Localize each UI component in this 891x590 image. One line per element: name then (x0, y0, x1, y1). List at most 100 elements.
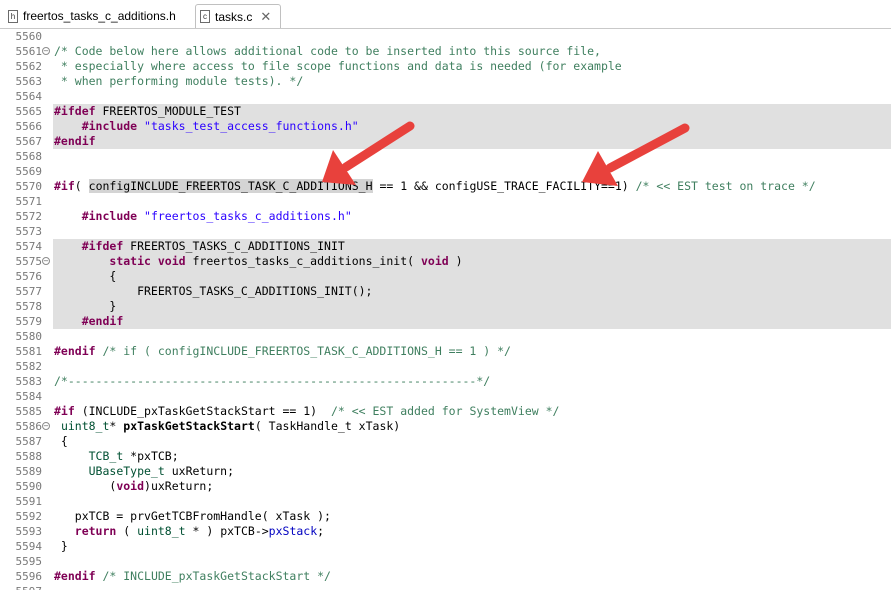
line-number: 5587 (15, 435, 43, 448)
code-line[interactable]: 5564 (0, 89, 891, 104)
line-number: 5583 (15, 375, 43, 388)
line-number: 5595 (15, 555, 43, 568)
line-number: 5592 (15, 510, 43, 523)
code-line[interactable]: 5568 (0, 149, 891, 164)
fold-toggle-icon[interactable]: − (42, 47, 50, 55)
code-text: static void freertos_tasks_c_additions_i… (54, 254, 462, 269)
code-line[interactable]: 5582 (0, 359, 891, 374)
code-line[interactable]: 5575− static void freertos_tasks_c_addit… (0, 254, 891, 269)
code-token: )uxReturn; (144, 479, 214, 493)
code-token: #include (81, 119, 138, 133)
code-token: *pxTCB; (123, 449, 179, 463)
code-line[interactable]: 5583 /*----------------------------------… (0, 374, 891, 389)
code-text: #ifdef FREERTOS_TASKS_C_ADDITIONS_INIT (54, 239, 345, 254)
code-token: return (74, 524, 117, 538)
header-file-icon: h (8, 9, 18, 23)
code-token: uint8_t (137, 524, 186, 538)
code-line[interactable]: 5594 } (0, 539, 891, 554)
code-text: } (54, 539, 68, 554)
code-line[interactable]: 5572 #include "freertos_tasks_c_addition… (0, 209, 891, 224)
code-token: { (54, 269, 117, 283)
line-number: 5589 (15, 465, 43, 478)
close-icon[interactable]: ✕ (260, 9, 271, 25)
code-line[interactable]: 5595 (0, 554, 891, 569)
tab-tasks-c[interactable]: c tasks.c ✕ (195, 4, 281, 28)
code-token: uint8_t (60, 419, 110, 433)
code-token: void (420, 254, 449, 268)
code-token: /* Code below here allows additional cod… (54, 44, 601, 58)
code-text: #include "freertos_tasks_c_additions.h" (54, 209, 352, 224)
code-line[interactable]: 5563 * when performing module tests). */ (0, 74, 891, 89)
code-line[interactable]: 5561−/* Code below here allows additiona… (0, 44, 891, 59)
code-line[interactable]: 5589 UBaseType_t uxReturn; (0, 464, 891, 479)
code-line[interactable]: 5573 (0, 224, 891, 239)
code-line[interactable]: 5593 return ( uint8_t * ) pxTCB->pxStack… (0, 524, 891, 539)
line-number: 5566 (15, 120, 43, 133)
code-line[interactable]: 5577 FREERTOS_TASKS_C_ADDITIONS_INIT(); (0, 284, 891, 299)
code-line[interactable]: 5597 (0, 584, 891, 590)
code-text: #endif (54, 314, 124, 329)
code-line[interactable]: 5579 #endif (0, 314, 891, 329)
code-line[interactable]: 5576 { (0, 269, 891, 284)
line-number: 5597 (0, 584, 43, 590)
code-token: FREERTOS_TASKS_C_ADDITIONS_INIT (123, 239, 345, 253)
code-token: pxStack (268, 524, 318, 538)
line-number: 5591 (15, 495, 43, 508)
line-number: 5586 (15, 420, 43, 433)
code-line[interactable]: 5562 * especially where access to file s… (0, 59, 891, 74)
code-token: #endif (54, 344, 96, 358)
line-number: 5575 (15, 255, 43, 268)
line-number: 5582 (15, 360, 43, 373)
code-line[interactable]: 5587 { (0, 434, 891, 449)
inactive-code-highlight (53, 269, 891, 284)
line-number: 5580 (15, 330, 43, 343)
line-number: 5571 (15, 195, 43, 208)
code-token: "tasks_test_access_functions.h" (144, 119, 359, 133)
code-line[interactable]: 5574 #ifdef FREERTOS_TASKS_C_ADDITIONS_I… (0, 239, 891, 254)
code-line[interactable]: 5585 #if (INCLUDE_pxTaskGetStackStart == … (0, 404, 891, 419)
line-number: 5581 (15, 345, 43, 358)
code-text: uint8_t* pxTaskGetStackStart( TaskHandle… (54, 419, 400, 434)
code-line[interactable]: 5592 pxTCB = prvGetTCBFromHandle( xTask … (0, 509, 891, 524)
code-line[interactable]: 5566 #include "tasks_test_access_functio… (0, 119, 891, 134)
code-token: /* INCLUDE_pxTaskGetStackStart */ (102, 569, 331, 583)
line-number: 5564 (15, 90, 43, 103)
fold-toggle-icon[interactable]: − (42, 257, 50, 265)
tab-freertos-tasks-c-additions-h[interactable]: h freertos_tasks_c_additions.h (4, 4, 190, 28)
code-token: void (116, 479, 145, 493)
code-line[interactable]: 5571 (0, 194, 891, 209)
code-line[interactable]: 5591 (0, 494, 891, 509)
line-number: 5570 (15, 180, 43, 193)
code-line[interactable]: 5588 TCB_t *pxTCB; (0, 449, 891, 464)
code-line[interactable]: 5596 #endif /* INCLUDE_pxTaskGetStackStar… (0, 569, 891, 584)
code-line[interactable]: 5570 #if( configINCLUDE_FREERTOS_TASK_C_A… (0, 179, 891, 194)
code-token: (INCLUDE_pxTaskGetStackStart == 1) (74, 404, 331, 418)
code-line[interactable]: 5569 (0, 164, 891, 179)
code-line[interactable]: 5586− uint8_t* pxTaskGetStackStart( Task… (0, 419, 891, 434)
code-line[interactable]: 5580 (0, 329, 891, 344)
code-line[interactable]: 5565 #ifdef FREERTOS_MODULE_TEST (0, 104, 891, 119)
code-line[interactable]: 5567 #endif (0, 134, 891, 149)
line-number: 5567 (15, 135, 43, 148)
code-line[interactable]: 5578 } (0, 299, 891, 314)
editor-tab-bar: h freertos_tasks_c_additions.h c tasks.c… (0, 0, 891, 29)
code-text: #if (INCLUDE_pxTaskGetStackStart == 1) /… (54, 404, 559, 419)
code-line[interactable]: 5590 (void)uxReturn; (0, 479, 891, 494)
code-line[interactable]: 5584 (0, 389, 891, 404)
fold-toggle-icon[interactable]: − (42, 422, 50, 430)
code-token: /* << EST added for SystemView */ (330, 404, 560, 418)
code-line[interactable]: 5560 (0, 29, 891, 44)
code-token: #endif (54, 134, 96, 148)
code-token: ; (317, 524, 325, 538)
line-number: 5579 (15, 315, 43, 328)
inactive-code-highlight (53, 134, 891, 149)
code-line[interactable]: 5581 #endif /* if ( configINCLUDE_FREERTO… (0, 344, 891, 359)
line-number: 5563 (15, 75, 43, 88)
code-token: * (109, 419, 124, 433)
code-editor[interactable]: 5560 5561−/* Code below here allows addit… (0, 29, 891, 590)
